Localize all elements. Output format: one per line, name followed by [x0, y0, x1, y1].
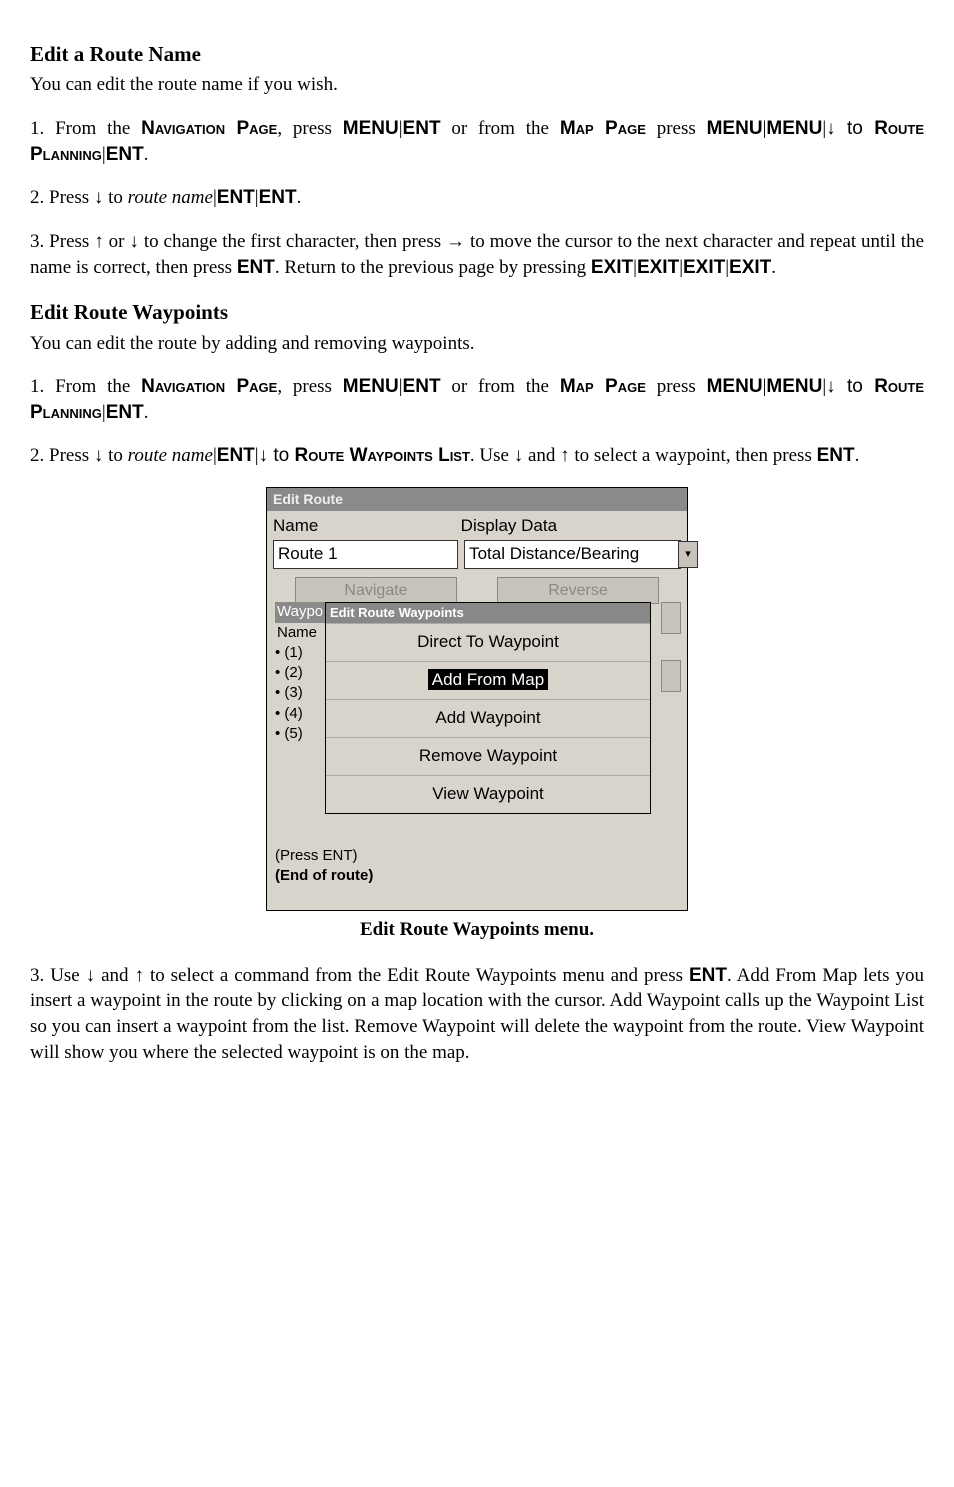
step-1a: 1. From the Navigation Page, press MENU|…	[30, 116, 924, 167]
wp-1: (1)	[284, 644, 302, 661]
key-menu: MENU	[707, 376, 763, 397]
key-exit: EXIT	[729, 257, 771, 278]
text-map-page: Map Page	[560, 376, 646, 397]
text: , press	[277, 376, 342, 397]
text-route-name: route name	[128, 445, 213, 466]
dialog-title: Edit Route	[267, 488, 687, 511]
key-exit: EXIT	[591, 257, 633, 278]
text-nav-page: Navigation Page	[141, 118, 277, 139]
key-ent: ENT	[403, 376, 441, 397]
text: .	[855, 445, 860, 466]
list-item[interactable]: • (4)	[275, 704, 325, 724]
scrollbar-stub-bottom[interactable]	[661, 660, 681, 692]
step-2a: 2. Press ↓ to route name|ENT|ENT.	[30, 185, 924, 211]
menu-remove-waypoint[interactable]: Remove Waypoint	[326, 737, 650, 775]
text: .	[144, 402, 149, 423]
menu-add-from-map-label: Add From Map	[428, 669, 548, 690]
route-name-input[interactable]: Route 1	[273, 540, 458, 569]
step-3b: 3. Use ↓ and ↑ to select a command from …	[30, 963, 924, 1066]
key-ent: ENT	[237, 257, 275, 278]
text: 2. Press ↓ to	[30, 445, 128, 466]
wp-3: (3)	[284, 684, 302, 701]
list-item[interactable]: • (5)	[275, 724, 325, 744]
text: 1. From the	[30, 376, 141, 397]
down-arrow-icon: ↓ to	[826, 118, 874, 139]
text: press	[646, 118, 707, 139]
key-ent: ENT	[403, 118, 441, 139]
text: , press	[277, 118, 342, 139]
step-3a: 3. Press ↑ or ↓ to change the first char…	[30, 229, 924, 280]
text: or from the	[441, 376, 560, 397]
text-route-name: route name	[128, 187, 213, 208]
scrollbar-stub-top[interactable]	[661, 602, 681, 634]
text: or from the	[441, 118, 560, 139]
edit-route-waypoints-menu: Edit Route Waypoints Direct To Waypoint …	[325, 602, 651, 813]
key-ent: ENT	[106, 144, 144, 165]
heading-edit-route-name: Edit a Route Name	[30, 40, 924, 68]
key-ent: ENT	[217, 187, 255, 208]
text: .	[144, 144, 149, 165]
text: 1. From the	[30, 118, 141, 139]
list-item[interactable]: • (2)	[275, 663, 325, 683]
key-menu: MENU	[343, 118, 399, 139]
wp-5: (5)	[284, 725, 302, 742]
name-col-partial: Name	[275, 623, 325, 643]
text-route-wp-list: Route Waypoints List	[295, 445, 470, 466]
list-item[interactable]: • (1)	[275, 643, 325, 663]
key-ent: ENT	[217, 445, 255, 466]
text-nav-page: Navigation Page	[141, 376, 277, 397]
text: press	[646, 376, 707, 397]
key-menu: MENU	[766, 376, 822, 397]
menu-add-from-map[interactable]: Add From Map	[326, 661, 650, 699]
text: 3. Use ↓ and ↑ to select a command from …	[30, 965, 689, 986]
press-ent-hint: (Press ENT)	[275, 846, 681, 866]
list-item[interactable]: • (3)	[275, 683, 325, 703]
waypoints-header-partial: Waypo	[275, 602, 325, 622]
text-map-page: Map Page	[560, 118, 646, 139]
reverse-button[interactable]: Reverse	[497, 577, 659, 605]
key-ent: ENT	[817, 445, 855, 466]
text: . Use ↓ and ↑ to select a waypoint, then…	[470, 445, 817, 466]
text: 2. Press ↓ to	[30, 187, 128, 208]
paragraph: You can edit the route name if you wish.	[30, 72, 924, 98]
wp-4: (4)	[284, 705, 302, 722]
down-arrow-icon: ↓ to	[826, 376, 874, 397]
wp-2: (2)	[284, 664, 302, 681]
submenu-title: Edit Route Waypoints	[326, 603, 650, 623]
edit-route-dialog: Edit Route Name Display Data Route 1 Tot…	[266, 487, 688, 911]
text: .	[297, 187, 302, 208]
key-menu: MENU	[766, 118, 822, 139]
display-data-value: Total Distance/Bearing	[469, 544, 639, 563]
key-menu: MENU	[343, 376, 399, 397]
key-exit: EXIT	[683, 257, 725, 278]
key-exit: EXIT	[637, 257, 679, 278]
key-ent: ENT	[106, 402, 144, 423]
text: .	[771, 257, 776, 278]
end-of-route: (End of route)	[275, 866, 681, 886]
text: . Return to the previous page by pressin…	[275, 257, 591, 278]
step-1b: 1. From the Navigation Page, press MENU|…	[30, 374, 924, 425]
menu-view-waypoint[interactable]: View Waypoint	[326, 775, 650, 813]
key-ent: ENT	[259, 187, 297, 208]
name-label: Name	[273, 515, 461, 538]
waypoint-list-partial: Waypo Name • (1) • (2) • (3) • (4) • (5)	[275, 602, 325, 744]
display-data-select[interactable]: Total Distance/Bearing ▾	[464, 540, 681, 569]
display-data-label: Display Data	[461, 515, 681, 538]
key-menu: MENU	[707, 118, 763, 139]
menu-add-waypoint[interactable]: Add Waypoint	[326, 699, 650, 737]
navigate-button[interactable]: Navigate	[295, 577, 457, 605]
figure-caption: Edit Route Waypoints menu.	[30, 917, 924, 943]
paragraph: You can edit the route by adding and rem…	[30, 331, 924, 357]
menu-direct-to-waypoint[interactable]: Direct To Waypoint	[326, 623, 650, 661]
step-2b: 2. Press ↓ to route name|ENT|↓ to Route …	[30, 443, 924, 469]
heading-edit-route-waypoints: Edit Route Waypoints	[30, 298, 924, 326]
key-ent: ENT	[689, 965, 727, 986]
dropdown-arrow-icon[interactable]: ▾	[678, 541, 698, 568]
down-arrow-icon: ↓ to	[259, 445, 295, 466]
